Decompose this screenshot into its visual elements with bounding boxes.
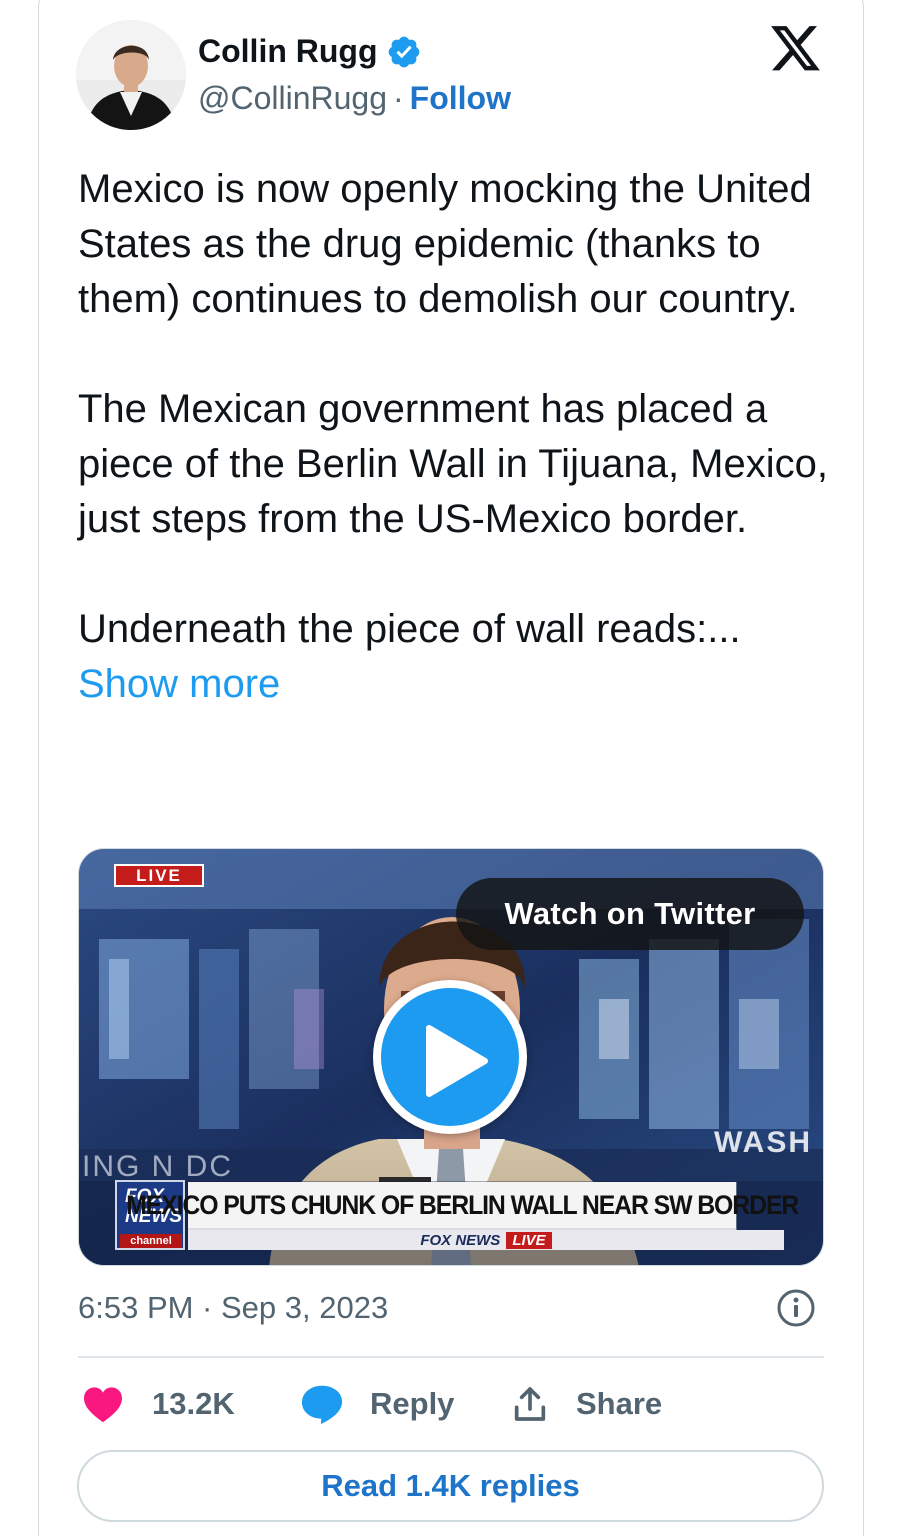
author-name[interactable]: Collin Rugg [198,33,422,70]
info-icon[interactable] [776,1288,816,1328]
network-strip-live: LIVE [506,1231,552,1249]
handle-row: @CollinRugg · Follow [198,80,511,117]
reply-button[interactable]: Reply [300,1380,454,1428]
author-handle[interactable]: @CollinRugg [198,80,387,117]
network-strip-name: FOX NEWS [420,1231,501,1249]
watch-on-twitter-button[interactable]: Watch on Twitter [456,878,804,950]
timestamp[interactable]: 6:53 PM · Sep 3, 2023 [78,1290,388,1326]
avatar[interactable] [76,20,186,130]
tweet-text: Mexico is now openly mocking the United … [78,162,838,712]
follow-button[interactable]: Follow [410,80,511,117]
play-icon [426,1025,488,1097]
network-strip: FOX NEWS LIVE [188,1230,784,1250]
heart-icon [84,1387,122,1423]
separator-dot: · [393,80,404,116]
like-count: 13.2K [152,1386,235,1421]
news-chyron: MEXICO PUTS CHUNK OF BERLIN WALL NEAR SW… [126,1182,799,1230]
read-replies-button[interactable]: Read 1.4K replies [77,1450,824,1522]
play-button[interactable] [373,980,527,1134]
background-text-left: ING N DC [82,1150,233,1183]
like-button[interactable]: 13.2K [82,1380,235,1428]
show-more-link[interactable]: Show more [78,662,280,706]
tweet-body: Mexico is now openly mocking the United … [78,167,828,651]
verified-badge-icon [388,36,419,67]
share-label: Share [576,1386,663,1421]
reply-label: Reply [370,1386,455,1421]
live-tag: LIVE [114,864,204,887]
author-name-text[interactable]: Collin Rugg [198,33,378,70]
share-icon [514,1387,546,1421]
x-logo-icon[interactable] [770,26,822,74]
share-button[interactable]: Share [510,1380,662,1428]
action-bar: 13.2K Reply Share [78,1380,824,1428]
logo-line-3: channel [120,1234,182,1248]
divider [78,1356,824,1358]
reply-bubble-icon [301,1385,343,1425]
background-text-right: WASH [714,1126,812,1159]
